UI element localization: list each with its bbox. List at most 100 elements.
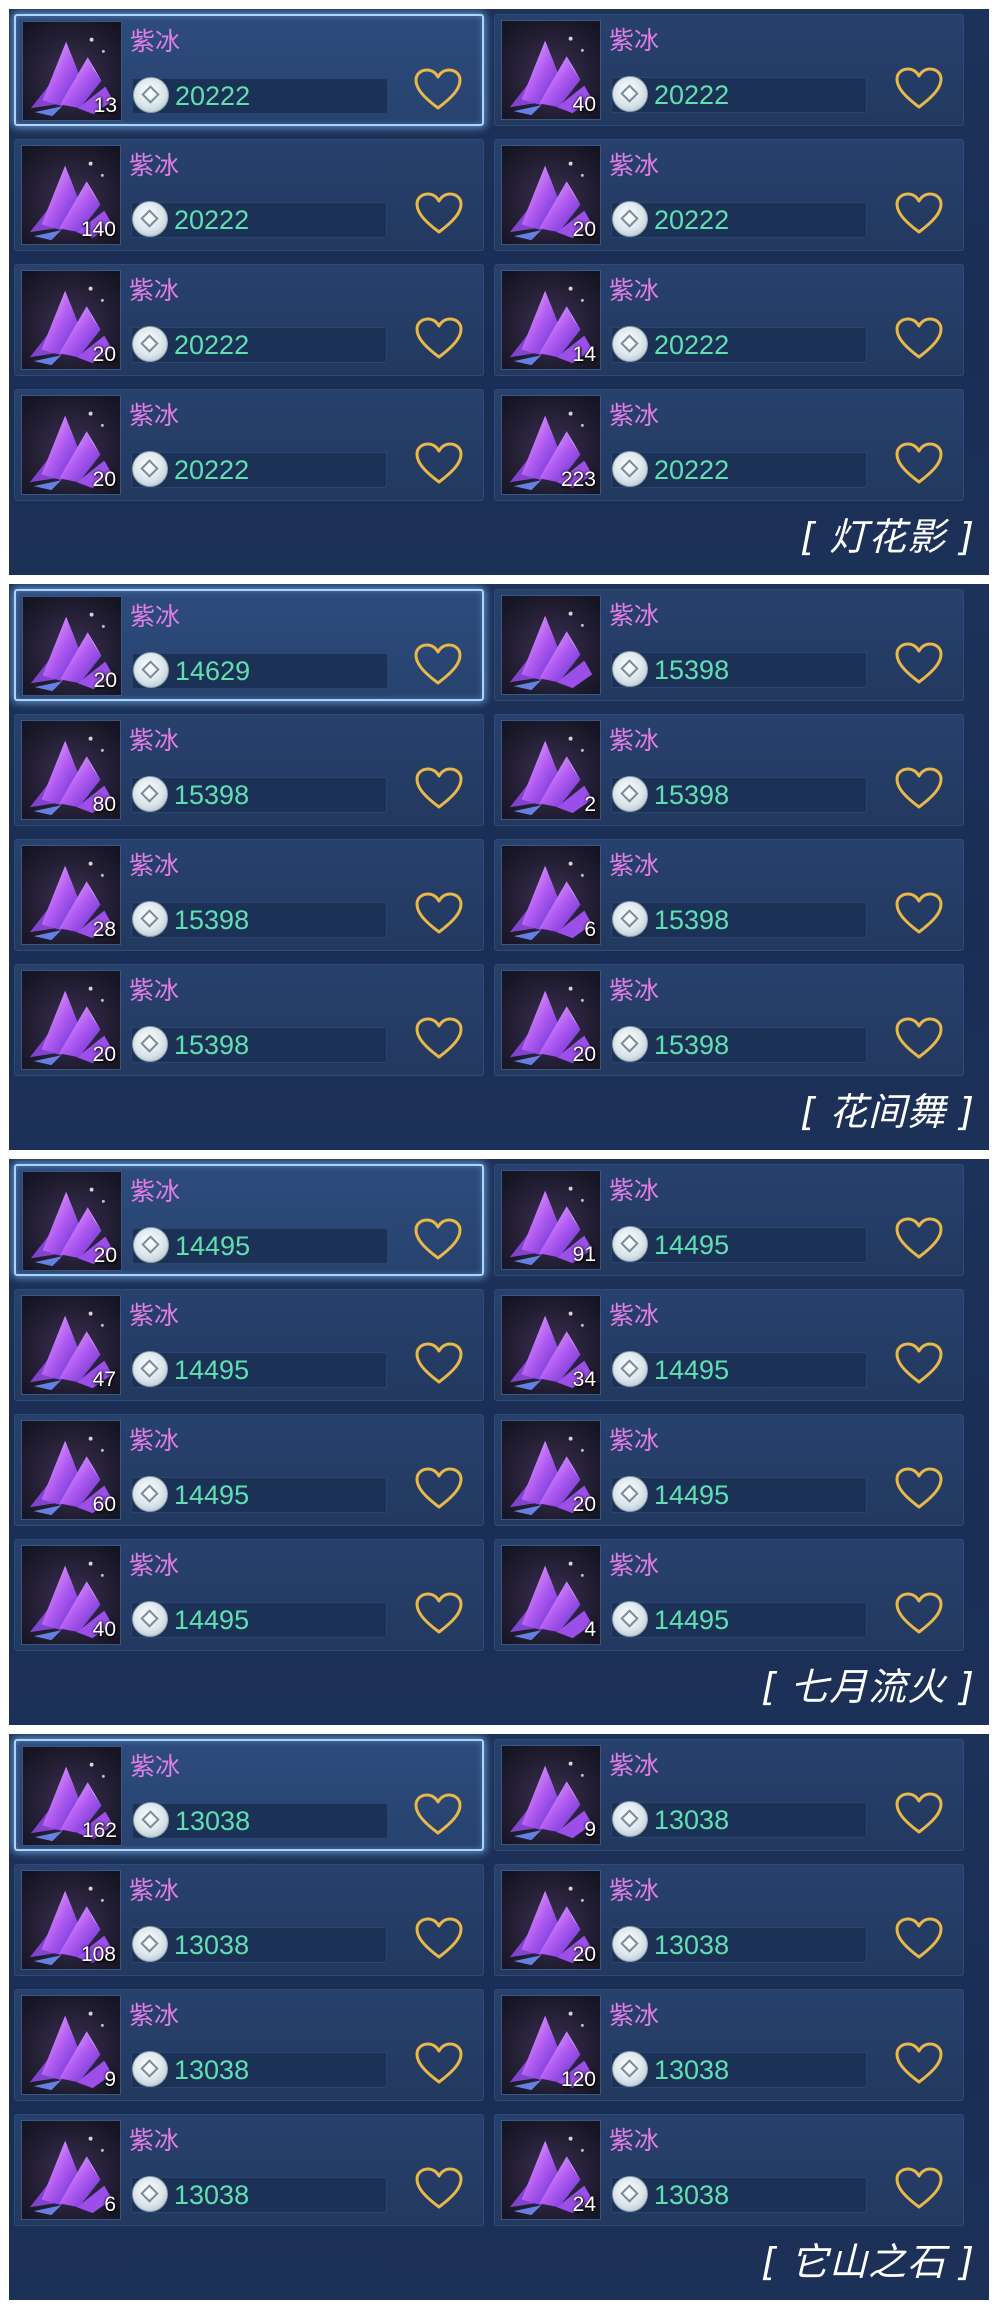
heart-outline-icon[interactable] (893, 2165, 945, 2211)
coin-icon (612, 1026, 648, 1062)
market-item-slot[interactable]: 20 紫冰 20222 (14, 264, 484, 376)
heart-outline-icon[interactable] (413, 315, 465, 361)
market-item-slot[interactable]: 13 紫冰 20222 (14, 14, 484, 126)
heart-outline-icon[interactable] (893, 765, 945, 811)
purple-crystal-icon (501, 595, 601, 695)
heart-outline-icon[interactable] (413, 190, 465, 236)
price-bar: 20222 (611, 76, 867, 113)
coin-icon (133, 77, 169, 113)
market-item-slot[interactable]: 6 紫冰 15398 (494, 839, 964, 951)
price-bar: 20222 (611, 326, 867, 363)
heart-outline-icon[interactable] (413, 440, 465, 486)
market-item-slot[interactable]: 60 紫冰 14495 (14, 1414, 484, 1526)
price-bar: 14495 (131, 1351, 387, 1388)
market-item-slot[interactable]: 20 紫冰 15398 (494, 964, 964, 1076)
heart-outline-icon[interactable] (413, 1915, 465, 1961)
market-item-slot[interactable]: 20 紫冰 20222 (494, 139, 964, 251)
item-quantity: 20 (572, 1943, 596, 1966)
market-item-slot[interactable]: 20 紫冰 13038 (494, 1864, 964, 1976)
price-bar: 14495 (611, 1351, 867, 1388)
coin-icon (132, 326, 168, 362)
purple-crystal-icon: 20 (21, 270, 121, 370)
heart-outline-icon[interactable] (893, 890, 945, 936)
heart-outline-icon[interactable] (413, 1340, 465, 1386)
item-name: 紫冰 (609, 2001, 660, 2030)
item-price: 20222 (654, 330, 730, 360)
heart-outline-icon[interactable] (413, 890, 465, 936)
heart-outline-icon[interactable] (893, 440, 945, 486)
heart-outline-icon[interactable] (893, 1340, 945, 1386)
item-name: 紫冰 (609, 1176, 660, 1205)
market-item-slot[interactable]: 40 紫冰 20222 (494, 14, 964, 126)
price-bar: 20222 (611, 201, 867, 238)
heart-outline-icon[interactable] (893, 190, 945, 236)
item-quantity: 80 (92, 793, 116, 816)
market-item-slot[interactable]: 9 紫冰 13038 (14, 1989, 484, 2101)
item-price: 14495 (174, 1355, 250, 1385)
purple-crystal-icon: 20 (22, 596, 122, 696)
market-item-slot[interactable]: 20 紫冰 15398 (14, 964, 484, 1076)
market-item-slot[interactable]: 80 紫冰 15398 (14, 714, 484, 826)
market-item-slot[interactable]: 4 紫冰 14495 (494, 1539, 964, 1651)
item-quantity: 24 (572, 2193, 596, 2216)
heart-outline-icon[interactable] (412, 66, 464, 112)
heart-outline-icon[interactable] (893, 65, 945, 111)
market-item-slot[interactable]: 20 紫冰 14495 (494, 1414, 964, 1526)
item-quantity: 20 (93, 669, 117, 692)
item-quantity: 28 (92, 918, 116, 941)
heart-outline-icon[interactable] (413, 2165, 465, 2211)
market-item-slot[interactable]: 20 紫冰 14629 (14, 589, 484, 701)
market-item-slot[interactable]: 120 紫冰 13038 (494, 1989, 964, 2101)
heart-outline-icon[interactable] (413, 1465, 465, 1511)
price-bar: 13038 (611, 2051, 867, 2088)
item-price: 15398 (174, 1030, 250, 1060)
heart-outline-icon[interactable] (413, 1590, 465, 1636)
market-item-slot[interactable]: 24 紫冰 13038 (494, 2114, 964, 2226)
item-quantity: 20 (572, 1043, 596, 1066)
market-item-slot[interactable]: 223 紫冰 20222 (494, 389, 964, 501)
market-item-slot[interactable]: 108 紫冰 13038 (14, 1864, 484, 1976)
heart-outline-icon[interactable] (412, 1216, 464, 1262)
market-item-slot[interactable]: 14 紫冰 20222 (494, 264, 964, 376)
heart-outline-icon[interactable] (893, 1215, 945, 1261)
item-name: 紫冰 (609, 401, 660, 430)
item-name: 紫冰 (609, 726, 660, 755)
market-item-slot[interactable]: 40 紫冰 14495 (14, 1539, 484, 1651)
heart-outline-icon[interactable] (413, 765, 465, 811)
heart-outline-icon[interactable] (893, 640, 945, 686)
market-item-slot[interactable]: 20 紫冰 20222 (14, 389, 484, 501)
item-quantity: 20 (572, 218, 596, 241)
coin-icon (132, 2176, 168, 2212)
heart-outline-icon[interactable] (893, 1015, 945, 1061)
heart-outline-icon[interactable] (412, 641, 464, 687)
purple-crystal-icon: 40 (501, 20, 601, 120)
item-quantity: 20 (92, 1043, 116, 1066)
heart-outline-icon[interactable] (412, 1791, 464, 1837)
coin-icon (612, 2051, 648, 2087)
market-item-slot[interactable]: 20 紫冰 14495 (14, 1164, 484, 1276)
heart-outline-icon[interactable] (893, 1915, 945, 1961)
market-item-slot[interactable]: 28 紫冰 15398 (14, 839, 484, 951)
item-price: 13038 (175, 1806, 251, 1836)
heart-outline-icon[interactable] (893, 1465, 945, 1511)
price-bar: 20222 (132, 77, 388, 114)
heart-outline-icon[interactable] (413, 2040, 465, 2086)
heart-outline-icon[interactable] (893, 315, 945, 361)
market-item-slot[interactable]: 6 紫冰 13038 (14, 2114, 484, 2226)
item-name: 紫冰 (129, 1301, 180, 1330)
market-item-slot[interactable]: 9 紫冰 13038 (494, 1739, 964, 1851)
coin-icon (132, 1026, 168, 1062)
market-item-slot[interactable]: 140 紫冰 20222 (14, 139, 484, 251)
market-item-slot[interactable]: 34 紫冰 14495 (494, 1289, 964, 1401)
market-item-slot[interactable]: 47 紫冰 14495 (14, 1289, 484, 1401)
market-item-slot[interactable]: 紫冰 15398 (494, 589, 964, 701)
market-item-slot[interactable]: 162 紫冰 13038 (14, 1739, 484, 1851)
heart-outline-icon[interactable] (893, 2040, 945, 2086)
coin-icon (132, 1476, 168, 1512)
heart-outline-icon[interactable] (893, 1590, 945, 1636)
item-price: 13038 (654, 1930, 730, 1960)
heart-outline-icon[interactable] (413, 1015, 465, 1061)
heart-outline-icon[interactable] (893, 1790, 945, 1836)
market-item-slot[interactable]: 2 紫冰 15398 (494, 714, 964, 826)
market-item-slot[interactable]: 91 紫冰 14495 (494, 1164, 964, 1276)
